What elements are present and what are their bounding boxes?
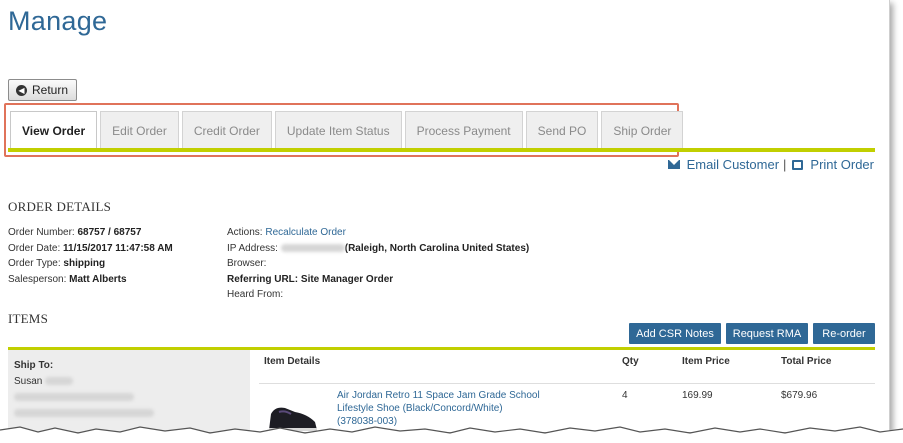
actions-row: Actions: Recalculate Order xyxy=(227,225,529,241)
item-qty: 4 xyxy=(622,390,628,401)
salesperson-value: Matt Alberts xyxy=(69,273,127,285)
referring-url-link[interactable]: Site Manager Order xyxy=(301,274,393,285)
items-heading: ITEMS xyxy=(8,311,48,326)
tab-edit-order[interactable]: Edit Order xyxy=(100,111,179,149)
ship-to-name-row: Susan xyxy=(14,374,244,390)
order-details-left: Order Number: 68757 / 68757 Order Date: … xyxy=(8,225,173,287)
reorder-button[interactable]: Re-order xyxy=(813,323,875,344)
item-name-line-1[interactable]: Air Jordan Retro 11 Space Jam Grade Scho… xyxy=(337,389,540,402)
redacted-text xyxy=(14,409,154,418)
tab-ship-order[interactable]: Ship Order xyxy=(601,111,684,149)
return-button[interactable]: ◀ Return xyxy=(8,79,78,101)
order-number-row: Order Number: 68757 / 68757 xyxy=(8,225,173,241)
browser-label: Browser: xyxy=(227,258,267,270)
ip-location-value: (Raleigh, North Carolina United States) xyxy=(344,242,530,254)
ip-address-label: IP Address: xyxy=(227,242,278,254)
ship-to-name: Susan xyxy=(14,376,43,387)
heard-from-label: Heard From: xyxy=(227,289,284,301)
toolbar-separator: | xyxy=(783,157,787,172)
item-row: Air Jordan Retro 11 Space Jam Grade Scho… xyxy=(337,389,540,428)
col-item-price: Item Price xyxy=(682,356,730,367)
order-details-heading: ORDER DETAILS xyxy=(8,199,112,214)
redacted-text xyxy=(14,393,134,402)
col-item-details: Item Details xyxy=(264,356,321,367)
referring-url-row: Referring URL: Site Manager Order xyxy=(227,272,529,288)
torn-edge xyxy=(0,426,903,443)
tab-update-item-status[interactable]: Update Item Status xyxy=(274,111,402,149)
ip-address-redacted xyxy=(280,243,345,252)
actions-label: Actions: xyxy=(227,227,263,238)
envelope-icon xyxy=(667,160,680,169)
ip-address-row: IP Address: (Raleigh, North Carolina Uni… xyxy=(227,241,529,257)
tab-send-po[interactable]: Send PO xyxy=(525,111,599,149)
tab-credit-order[interactable]: Credit Order xyxy=(181,111,272,149)
table-row-divider xyxy=(259,383,875,384)
referring-url-label: Referring URL: xyxy=(227,273,299,285)
order-type-row: Order Type: shipping xyxy=(8,256,173,272)
item-name-line-2[interactable]: Lifestyle Shoe (Black/Concord/White) xyxy=(337,402,540,415)
ship-to-label: Ship To: xyxy=(14,360,54,371)
print-order-link[interactable]: Print Order xyxy=(810,157,874,172)
col-total-price: Total Price xyxy=(781,356,832,367)
order-number-label: Order Number: xyxy=(8,227,75,238)
col-qty: Qty xyxy=(622,356,639,367)
tab-view-order[interactable]: View Order xyxy=(10,111,98,149)
return-button-label: Return xyxy=(32,83,69,97)
item-total: $679.96 xyxy=(781,390,818,401)
order-number-value: 68757 / 68757 xyxy=(77,227,142,238)
heard-from-row: Heard From: xyxy=(227,287,529,303)
arrow-left-circle-icon: ◀ xyxy=(16,84,27,96)
order-tabs: View Order Edit Order Credit Order Updat… xyxy=(10,111,684,149)
salesperson-label: Salesperson: xyxy=(8,273,67,285)
ship-to-surname-redacted xyxy=(45,377,74,386)
page-title: Manage xyxy=(8,6,108,36)
order-details-right: Actions: Recalculate Order IP Address: (… xyxy=(227,225,529,303)
order-type-label: Order Type: xyxy=(8,258,61,270)
browser-row: Browser: xyxy=(227,256,529,272)
ship-to-address-redacted-2 xyxy=(14,406,244,422)
order-date-value: 11/15/2017 11:47:58 AM xyxy=(63,242,173,254)
toolbar-links: Email Customer | Print Order xyxy=(667,157,874,172)
email-customer-link[interactable]: Email Customer xyxy=(687,157,779,172)
print-icon xyxy=(792,159,804,170)
tab-underline xyxy=(8,148,875,152)
item-price: 169.99 xyxy=(682,390,713,401)
add-csr-notes-button[interactable]: Add CSR Notes xyxy=(629,323,721,344)
salesperson-row: Salesperson: Matt Alberts xyxy=(8,272,173,288)
page-frame: Manage ◀ Return View Order Edit Order Cr… xyxy=(0,0,890,432)
request-rma-button[interactable]: Request RMA xyxy=(726,323,808,344)
ship-to-address-redacted-1 xyxy=(14,390,244,406)
order-date-row: Order Date: 11/15/2017 11:47:58 AM xyxy=(8,241,173,257)
order-date-label: Order Date: xyxy=(8,242,61,254)
ship-to-panel: Ship To: Susan xyxy=(8,350,250,432)
recalculate-order-link[interactable]: Recalculate Order xyxy=(265,227,346,238)
order-type-value: shipping xyxy=(63,258,106,270)
tab-process-payment[interactable]: Process Payment xyxy=(404,111,523,149)
